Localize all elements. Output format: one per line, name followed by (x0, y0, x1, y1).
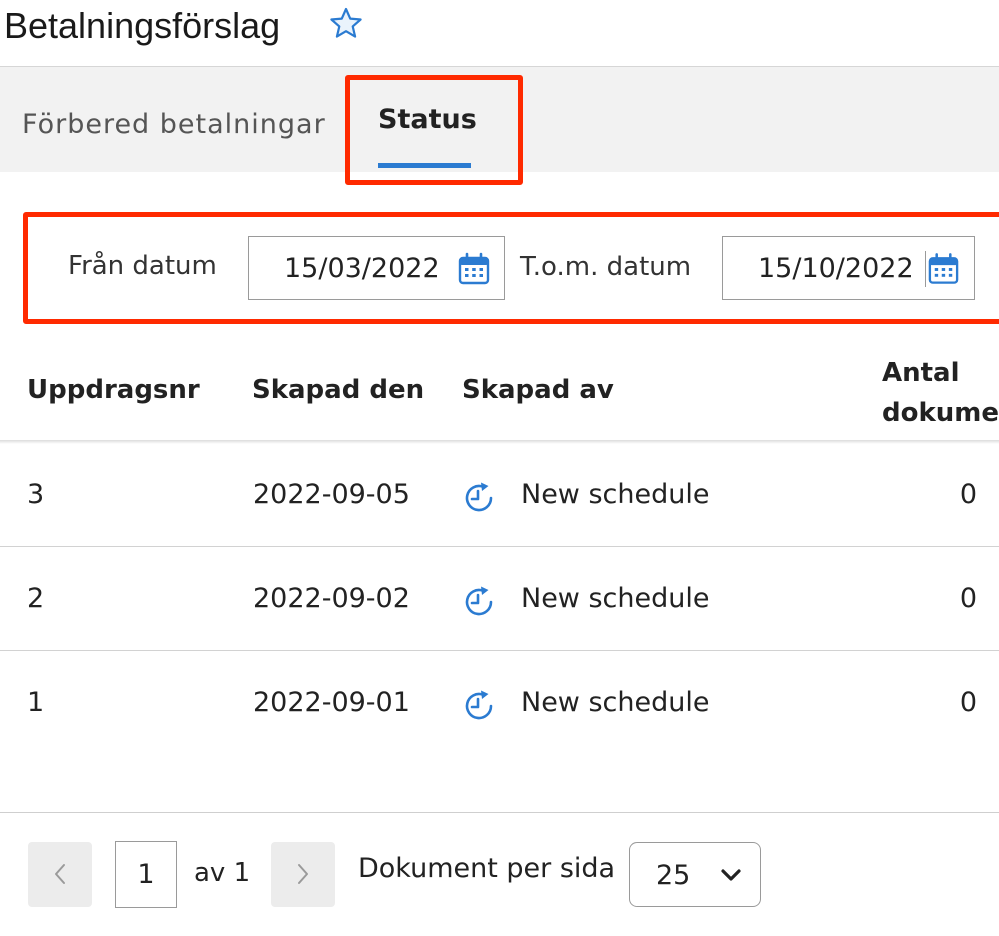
chevron-left-icon (55, 864, 65, 884)
page-number-input[interactable]: 1 (115, 841, 177, 908)
cell-created-date: 2022-09-02 (253, 583, 410, 614)
cell-document-count: 0 (959, 479, 977, 510)
page-count-text: av 1 (194, 858, 251, 888)
footer-divider (0, 812, 999, 813)
cell-document-count: 0 (959, 583, 977, 614)
per-page-value: 25 (656, 860, 691, 891)
per-page-select[interactable]: 25 (629, 842, 761, 907)
tab-prepare-payments[interactable]: Förbered betalningar (22, 108, 326, 142)
cell-created-by: New schedule (521, 687, 710, 718)
page-title: Betalningsförslag (4, 5, 281, 46)
cell-document-count: 0 (959, 687, 977, 718)
cell-created-by: New schedule (521, 479, 710, 510)
chevron-down-icon (721, 869, 741, 881)
next-page-button[interactable] (271, 842, 335, 907)
column-header-created-by[interactable]: Skapad av (462, 373, 614, 407)
table-row[interactable]: 1 2022-09-01 New schedule 0 (0, 651, 999, 755)
cell-created-date: 2022-09-01 (253, 687, 410, 718)
cell-assignment-nr: 3 (27, 479, 45, 510)
schedule-icon (465, 586, 493, 616)
column-header-document-count[interactable]: Antal dokume (882, 353, 999, 433)
cell-assignment-nr: 2 (27, 583, 45, 614)
date-filter-highlight (23, 212, 999, 324)
chevron-right-icon (298, 864, 308, 884)
column-header-assignment-nr[interactable]: Uppdragsnr (27, 373, 200, 407)
schedule-icon (465, 482, 493, 512)
cell-assignment-nr: 1 (27, 687, 45, 718)
cell-created-by: New schedule (521, 583, 710, 614)
cell-created-date: 2022-09-05 (253, 479, 410, 510)
table-row[interactable]: 2 2022-09-02 New schedule 0 (0, 547, 999, 651)
table-row[interactable]: 3 2022-09-05 New schedule 0 (0, 443, 999, 547)
star-icon[interactable] (328, 6, 364, 42)
status-tab-highlight (345, 75, 523, 185)
schedule-icon (465, 690, 493, 720)
per-page-label: Dokument per sida (358, 853, 616, 884)
previous-page-button[interactable] (28, 842, 92, 907)
column-header-created-date[interactable]: Skapad den (252, 373, 424, 407)
